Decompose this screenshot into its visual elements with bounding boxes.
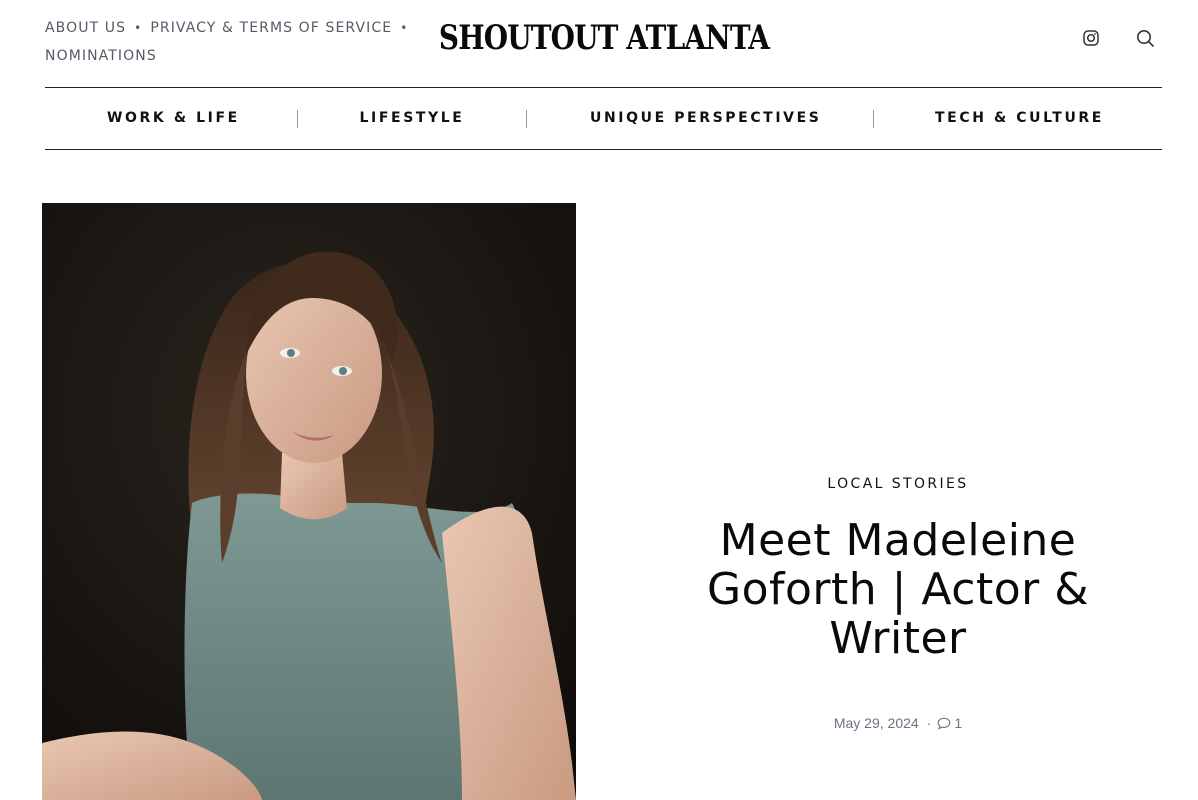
- nav-item-tech-culture[interactable]: TECH & CULTURE: [935, 88, 1101, 149]
- nav-divider: [297, 110, 298, 128]
- portrait-illustration: [42, 203, 576, 800]
- article-meta: May 29, 2024 · 1: [700, 715, 1096, 731]
- nav-divider: [873, 110, 874, 128]
- instagram-icon[interactable]: [1080, 27, 1102, 49]
- nav-item-lifestyle[interactable]: LIFESTYLE: [357, 88, 467, 149]
- article-category[interactable]: LOCAL STORIES: [700, 476, 1096, 492]
- site-logo[interactable]: SHOUTOUT ATLANTA: [109, 14, 1100, 62]
- nav-item-work-life[interactable]: WORK & LIFE: [107, 88, 237, 149]
- article-title: Meet Madeleine Goforth | Actor & Writer: [706, 515, 1090, 664]
- comments-link[interactable]: 1: [937, 715, 962, 731]
- article-hero-image[interactable]: [42, 203, 576, 800]
- meta-separator: ·: [926, 715, 932, 731]
- nav-divider: [526, 110, 527, 128]
- nav-item-unique-perspectives[interactable]: UNIQUE PERSPECTIVES: [590, 88, 819, 149]
- search-icon[interactable]: [1134, 27, 1156, 49]
- comment-icon: [938, 717, 951, 730]
- category-nav: WORK & LIFE LIFESTYLE UNIQUE PERSPECTIVE…: [45, 87, 1162, 150]
- comment-count: 1: [954, 715, 963, 731]
- article-date: May 29, 2024: [833, 715, 919, 731]
